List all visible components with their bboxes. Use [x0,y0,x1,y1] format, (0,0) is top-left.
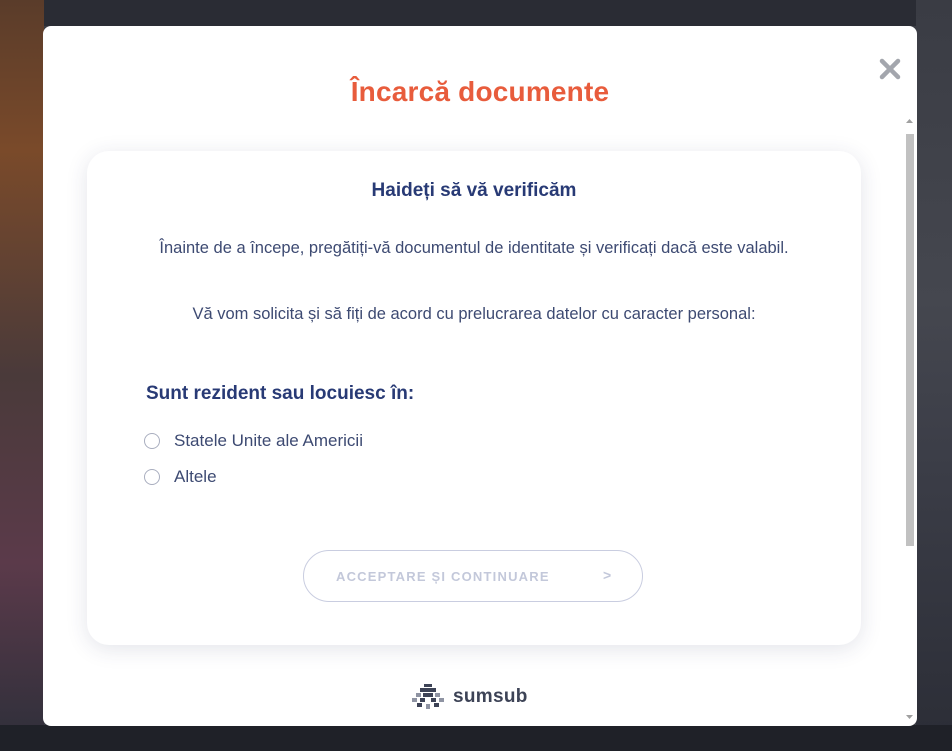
modal-title: Încarcă documente [350,76,610,107]
upload-documents-modal: Încarcă documente Haideți să vă verifică… [43,26,917,726]
chevron-right-icon: > [603,567,612,583]
sumsub-branding: sumsub [411,684,528,710]
scrollbar-thumb[interactable] [906,134,914,546]
sumsub-logo-icon [412,684,444,709]
residence-option-usa[interactable]: Statele Unite ale Americii [144,430,363,452]
radio-button-usa[interactable] [144,433,160,449]
sumsub-wordmark: sumsub [453,686,528,707]
verification-card: Haideți să vă verificăm Înainte de a înc… [87,151,861,645]
close-button[interactable] [879,58,901,80]
intro-paragraph-consent: Vă vom solicita și să fiți de acord cu p… [192,305,756,323]
modal-scrollbar[interactable] [904,114,915,722]
background-header [0,0,952,26]
close-icon [879,58,901,80]
residence-option-other[interactable]: Altele [144,466,217,488]
radio-button-other[interactable] [144,469,160,485]
scroll-down-arrow-icon[interactable] [904,710,915,722]
residence-question: Sunt rezident sau locuiesc în: [146,383,415,404]
background-footer [0,725,952,751]
scroll-up-arrow-icon[interactable] [904,114,915,126]
intro-paragraph-document: Înainte de a începe, pregătiți-vă docume… [159,239,789,257]
continue-button-label: ACCEPTARE ȘI CONTINUARE [336,569,550,584]
residence-option-label: Statele Unite ale Americii [174,431,363,450]
card-heading: Haideți să vă verificăm [371,180,577,201]
background-left-banner [0,0,44,751]
residence-option-label: Altele [174,467,217,486]
background-right-strip [916,0,952,751]
accept-and-continue-button[interactable]: ACCEPTARE ȘI CONTINUARE > [303,550,643,602]
